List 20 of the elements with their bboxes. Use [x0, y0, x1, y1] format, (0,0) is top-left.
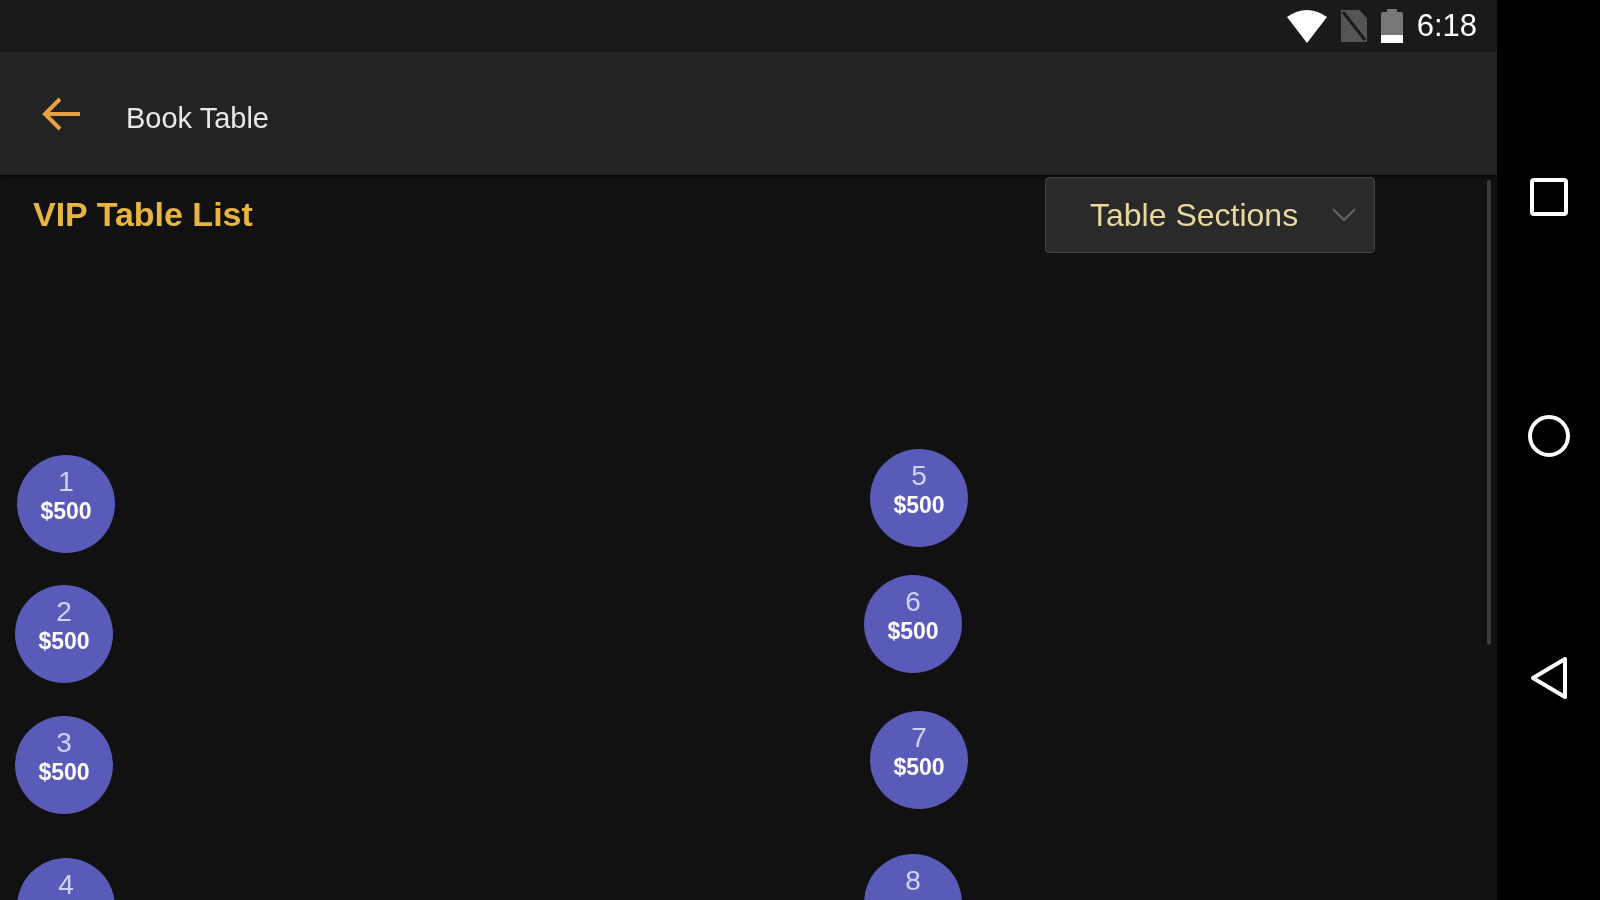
status-time: 6:18 — [1416, 8, 1477, 44]
battery-icon — [1380, 9, 1403, 43]
recents-icon[interactable] — [1529, 178, 1568, 216]
wifi-icon — [1286, 9, 1327, 43]
back-arrow-icon[interactable] — [42, 95, 82, 132]
table-marker[interactable]: 4 — [17, 858, 115, 900]
screen-title: Book Table — [126, 102, 269, 135]
back-icon[interactable] — [1528, 656, 1569, 700]
table-marker[interactable]: 5 $500 — [870, 449, 968, 547]
table-marker[interactable]: 7 $500 — [870, 711, 968, 809]
section-heading: VIP Table List — [33, 195, 253, 234]
table-marker[interactable]: 3 $500 — [15, 716, 113, 814]
chevron-down-icon — [1332, 208, 1356, 222]
no-sim-icon — [1340, 10, 1367, 42]
table-marker[interactable]: 2 $500 — [15, 585, 113, 683]
table-marker[interactable]: 1 $500 — [17, 455, 115, 553]
home-icon[interactable] — [1526, 414, 1571, 458]
table-sections-dropdown[interactable]: Table Sections — [1045, 177, 1375, 253]
table-marker[interactable]: 6 $500 — [864, 575, 962, 673]
table-marker[interactable]: 8 — [864, 854, 962, 900]
